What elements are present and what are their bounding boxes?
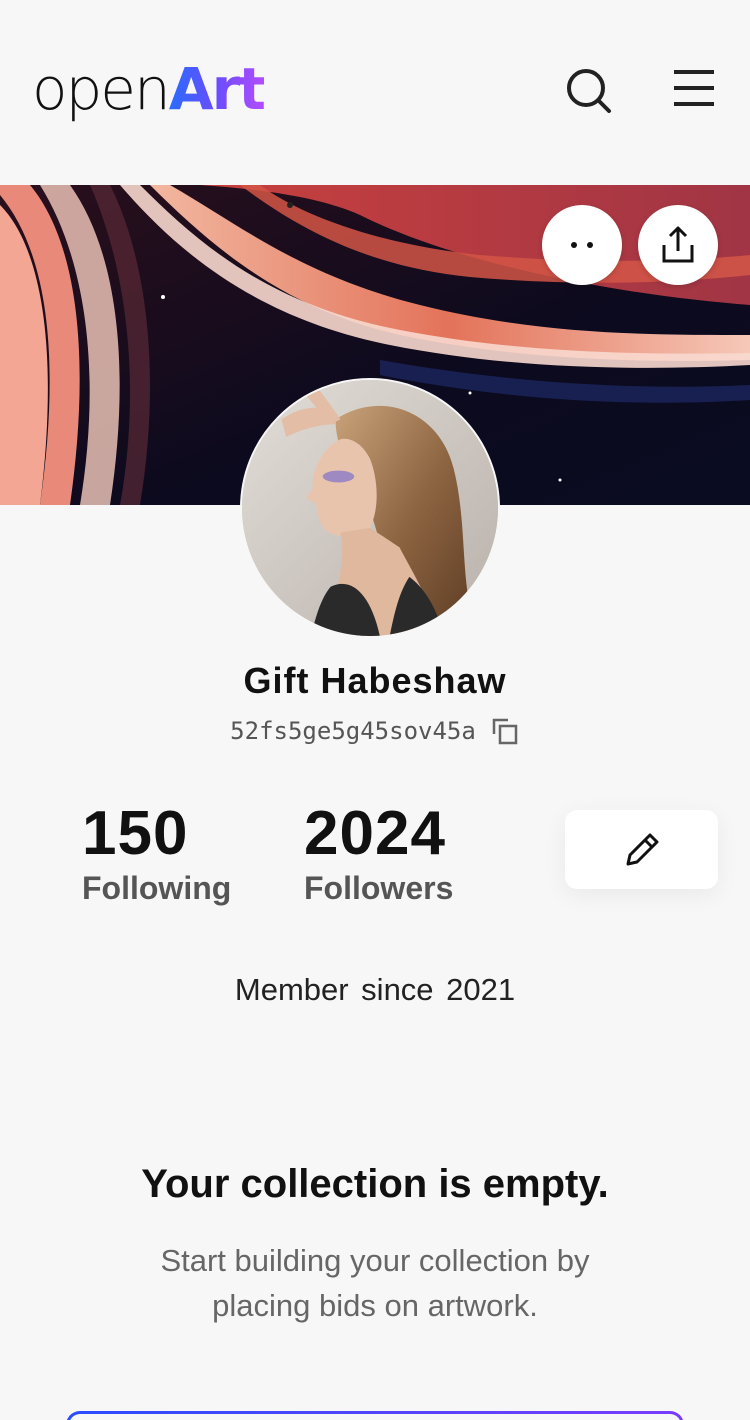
followers-count: 2024	[304, 799, 446, 868]
share-button[interactable]	[638, 205, 718, 285]
empty-collection-description: Start building your collection by placin…	[160, 1243, 590, 1323]
logo-text-art: Art	[168, 55, 266, 123]
following-label: Following	[82, 870, 232, 907]
search-icon	[567, 69, 611, 113]
logo-text-open: open	[32, 55, 171, 123]
copy-address-button[interactable]	[490, 716, 520, 746]
followers-label: Followers	[304, 870, 454, 907]
more-options-button[interactable]	[542, 205, 622, 285]
profile-avatar	[240, 378, 500, 638]
pencil-icon	[626, 833, 658, 865]
following-stat[interactable]: 150 Following	[82, 799, 232, 907]
copy-icon	[492, 718, 518, 745]
edit-profile-button[interactable]	[565, 810, 718, 889]
profile-name: Gift Habeshaw	[243, 660, 507, 701]
following-count: 150	[82, 799, 189, 868]
hamburger-menu-icon	[674, 70, 714, 106]
share-upload-icon	[662, 226, 694, 263]
wallet-address: 52fs5ge5g45sov45a	[230, 717, 476, 745]
openart-logo[interactable]: open Art	[32, 55, 266, 123]
search-button[interactable]	[560, 62, 616, 118]
member-since: Member since 2021	[234, 972, 516, 1007]
wallet-address-row: 52fs5ge5g45sov45a	[0, 716, 750, 746]
empty-collection-title: Your collection is empty.	[141, 1162, 609, 1206]
followers-stat[interactable]: 2024 Followers	[304, 799, 454, 907]
menu-button[interactable]	[666, 62, 722, 118]
more-dots-icon	[571, 242, 593, 248]
app-header: open Art	[0, 0, 750, 185]
browse-artwork-button[interactable]	[66, 1411, 684, 1420]
